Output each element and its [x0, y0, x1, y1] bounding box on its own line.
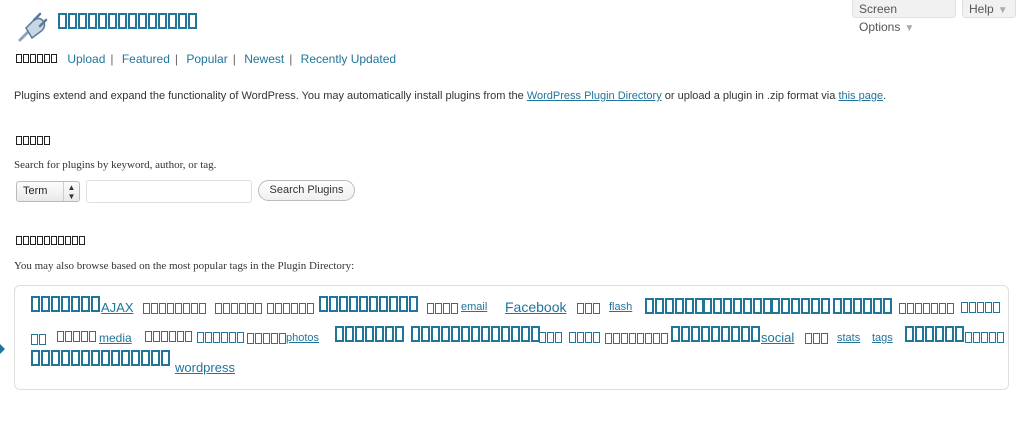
subnav-featured[interactable]: Featured [122, 52, 170, 66]
screen-options-button[interactable]: Screen Options ▼ [852, 0, 956, 34]
tag-link[interactable] [57, 331, 97, 342]
tag-cloud: AJAX email Facebook flash media photos s… [14, 285, 1009, 390]
tag-ajax[interactable]: AJAX [101, 300, 134, 315]
tag-link[interactable] [577, 303, 601, 314]
tag-link[interactable] [31, 334, 47, 345]
plugin-plug-icon [18, 12, 48, 42]
select-updown-icon: ▲ ▼ [63, 182, 79, 201]
tag-link[interactable] [247, 333, 287, 344]
tag-social[interactable]: social [761, 330, 794, 345]
search-description: Search for plugins by keyword, author, o… [14, 159, 217, 171]
tag-link[interactable] [671, 326, 761, 342]
plugin-directory-link[interactable]: WordPress Plugin Directory [527, 90, 662, 102]
tag-stats[interactable]: stats [837, 332, 860, 344]
search-type-value: Term [23, 185, 48, 197]
tag-link[interactable] [645, 298, 705, 314]
tag-email[interactable]: email [461, 301, 487, 313]
intro-paragraph: Plugins extend and expand the functional… [14, 90, 887, 102]
help-label: Help [969, 2, 994, 16]
tag-link[interactable] [411, 326, 541, 342]
tag-link[interactable] [267, 303, 315, 314]
tag-link[interactable] [905, 326, 965, 342]
tag-facebook[interactable]: Facebook [505, 299, 566, 315]
subnav-recently-updated[interactable]: Recently Updated [301, 52, 396, 66]
tag-link[interactable] [605, 333, 669, 344]
tag-tags[interactable]: tags [872, 332, 893, 344]
tag-wordpress[interactable]: wordpress [175, 360, 235, 375]
tag-flash[interactable]: flash [609, 301, 632, 313]
search-plugins-button[interactable]: Search Plugins [258, 180, 355, 201]
tag-media[interactable]: media [99, 331, 132, 345]
subnav-popular[interactable]: Popular [186, 52, 227, 66]
popular-tags-heading [16, 236, 86, 245]
tag-link[interactable] [805, 333, 829, 344]
subnav-newest[interactable]: Newest [244, 52, 284, 66]
triangle-down-icon: ▼ [997, 5, 1008, 16]
page-title [58, 13, 198, 29]
tag-link[interactable] [319, 296, 419, 312]
tag-photos[interactable]: photos [286, 332, 319, 344]
plugin-install-subnav: Upload | Featured | Popular | Newest | Recen… [16, 52, 396, 66]
tag-link[interactable] [703, 298, 773, 314]
tag-link[interactable] [31, 350, 171, 366]
tag-link[interactable] [569, 332, 601, 343]
tag-link[interactable] [899, 303, 955, 314]
edge-arrow-marker [0, 344, 5, 354]
search-type-select[interactable]: Term ▲ ▼ [16, 181, 80, 202]
tag-link[interactable] [145, 331, 193, 342]
tag-link[interactable] [833, 298, 893, 314]
subnav-current-search [16, 54, 58, 63]
triangle-down-icon: ▼ [904, 23, 915, 34]
tag-link[interactable] [143, 303, 207, 314]
help-button[interactable]: Help ▼ [962, 0, 1016, 18]
search-section-heading [16, 136, 51, 145]
tag-link[interactable] [31, 296, 101, 312]
tag-link[interactable] [335, 326, 405, 342]
search-input[interactable] [86, 180, 252, 203]
tag-link[interactable] [965, 332, 1005, 343]
popular-tags-description: You may also browse based on the most po… [14, 260, 355, 272]
tag-link[interactable] [197, 332, 245, 343]
tag-link[interactable] [961, 302, 1001, 313]
tag-link[interactable] [539, 332, 563, 343]
screen-options-label: Screen Options [859, 2, 901, 34]
tag-link[interactable] [771, 298, 831, 314]
upload-this-page-link[interactable]: this page [838, 90, 883, 102]
tag-link[interactable] [215, 303, 263, 314]
tag-link[interactable] [427, 303, 459, 314]
subnav-upload[interactable]: Upload [67, 52, 105, 66]
